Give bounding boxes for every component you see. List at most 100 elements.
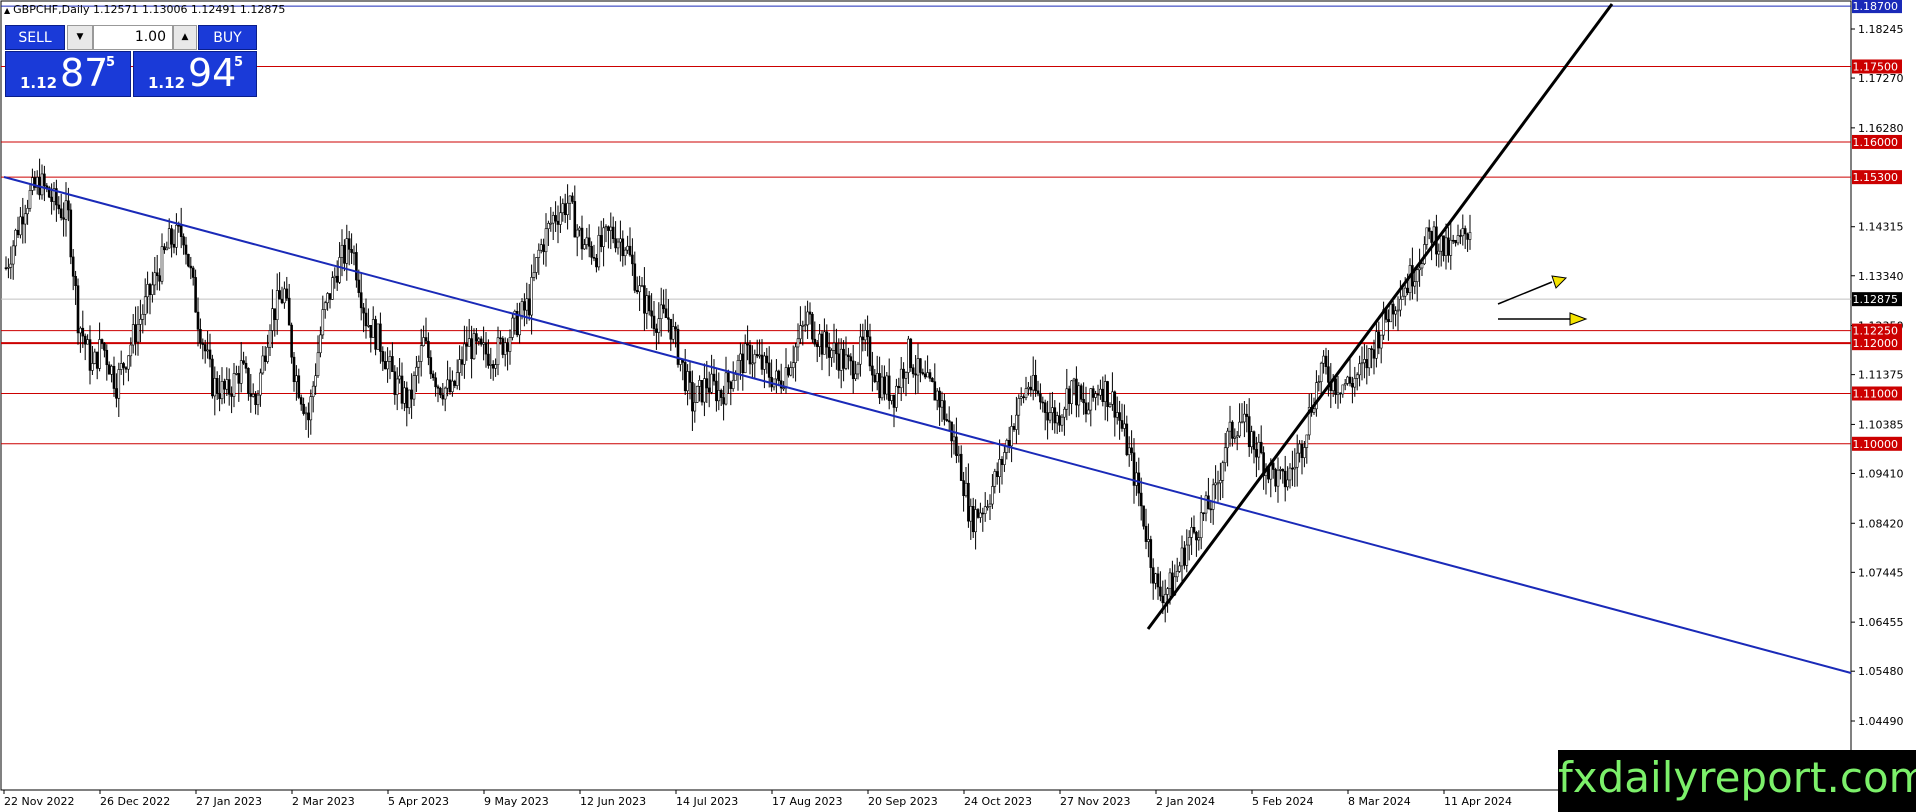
candle-body [1377,331,1381,349]
lot-spinner-icon[interactable]: ▲ [173,25,197,50]
candle-body [139,318,142,325]
sell-price-pips: 87 [60,51,109,95]
candle-body [76,285,80,334]
candle-body [899,368,903,389]
candle-body [931,378,934,382]
candle-body [98,339,101,369]
candle-body [1039,393,1042,403]
candle-body [280,298,284,304]
candle-body [1115,412,1119,418]
candle-body [753,354,757,364]
buy-button[interactable]: BUY [198,25,257,50]
lot-size-input[interactable]: 1.00 [93,25,173,50]
candle-body [650,310,653,317]
candle-body [122,363,125,368]
sell-button[interactable]: SELL [5,25,65,50]
level-label-text: 1.17500 [1853,60,1899,73]
buy-price-pips: 94 [188,51,237,95]
candle-body [887,375,891,401]
candle-body [1279,469,1282,471]
candle-body [1276,469,1280,487]
candle-body [242,360,245,364]
candle-body [388,356,392,362]
candle-body [679,359,682,365]
candle-body [1353,378,1357,388]
sell-price-prefix: 1.12 [20,74,58,92]
candle-body [506,342,509,352]
candle-body [1053,407,1057,424]
candle-body [1375,331,1378,359]
candle-body [883,376,886,395]
candle-body [991,486,994,505]
candle-body [787,367,790,376]
candle-body [451,380,454,393]
candle-body [249,393,253,397]
candle-body [362,307,365,314]
candle-body [1089,388,1093,411]
candle-body [638,285,641,293]
candle-body [410,389,413,400]
price-tick-label: 1.17270 [1858,72,1904,85]
candle-body [717,390,721,402]
candle-body [976,509,980,518]
candle-body [167,228,171,249]
candle-body [1211,484,1215,510]
candle-body [827,346,831,358]
candle-body [256,394,260,405]
candle-body [712,373,716,382]
candle-body [739,353,742,361]
candle-body [1399,299,1402,311]
candle-body [1070,380,1073,404]
candle-body [143,296,147,315]
candle-body [155,272,159,276]
level-label-text: 1.15300 [1853,171,1899,184]
candle-body [64,200,68,220]
candle-body [88,339,92,371]
candle-body [583,244,586,250]
candle-body [398,375,401,380]
candle-body [1250,431,1253,448]
candle-body [501,338,505,355]
candle-body [391,356,394,373]
candle-body [455,372,459,386]
candle-body [1135,472,1138,486]
candle-body [458,359,461,373]
candle-body [1334,378,1337,395]
candle-body [477,338,481,342]
candle-body [1130,447,1133,454]
candle-body [393,371,397,395]
candle-body [86,339,89,345]
candle-body [340,244,344,258]
candle-body [1413,281,1417,287]
candle-body [1355,374,1359,379]
candle-body [489,364,493,366]
candle-body [1303,447,1306,459]
candle-body [19,216,22,236]
candle-body [1147,539,1150,542]
candle-body [909,338,913,369]
candle-body [1300,443,1304,459]
candle-body [580,227,584,250]
sell-price-box[interactable]: 1.12 87 5 [5,51,131,97]
candle-body [91,363,94,371]
candle-body [919,358,922,373]
candle-body [1106,381,1109,407]
candle-body [647,295,651,312]
time-tick-label: 27 Nov 2023 [1060,795,1130,808]
lot-dropdown-icon[interactable]: ▼ [67,25,93,50]
price-chart[interactable]: 1.182451.172701.162801.143151.133401.123… [0,0,1916,812]
candle-body [943,400,946,420]
candle-body [254,393,257,405]
candle-body [1346,376,1349,384]
buy-price-box[interactable]: 1.12 94 5 [133,51,257,97]
candle-body [403,387,406,404]
candle-body [863,330,867,341]
candle-body [499,337,502,340]
candle-body [645,295,649,314]
candle-body [962,480,965,497]
candle-body [28,190,32,209]
candle-body [861,336,865,341]
candle-body [326,293,329,304]
candle-body [1451,239,1455,242]
collapse-triangle-icon[interactable]: ▲ [4,6,10,15]
